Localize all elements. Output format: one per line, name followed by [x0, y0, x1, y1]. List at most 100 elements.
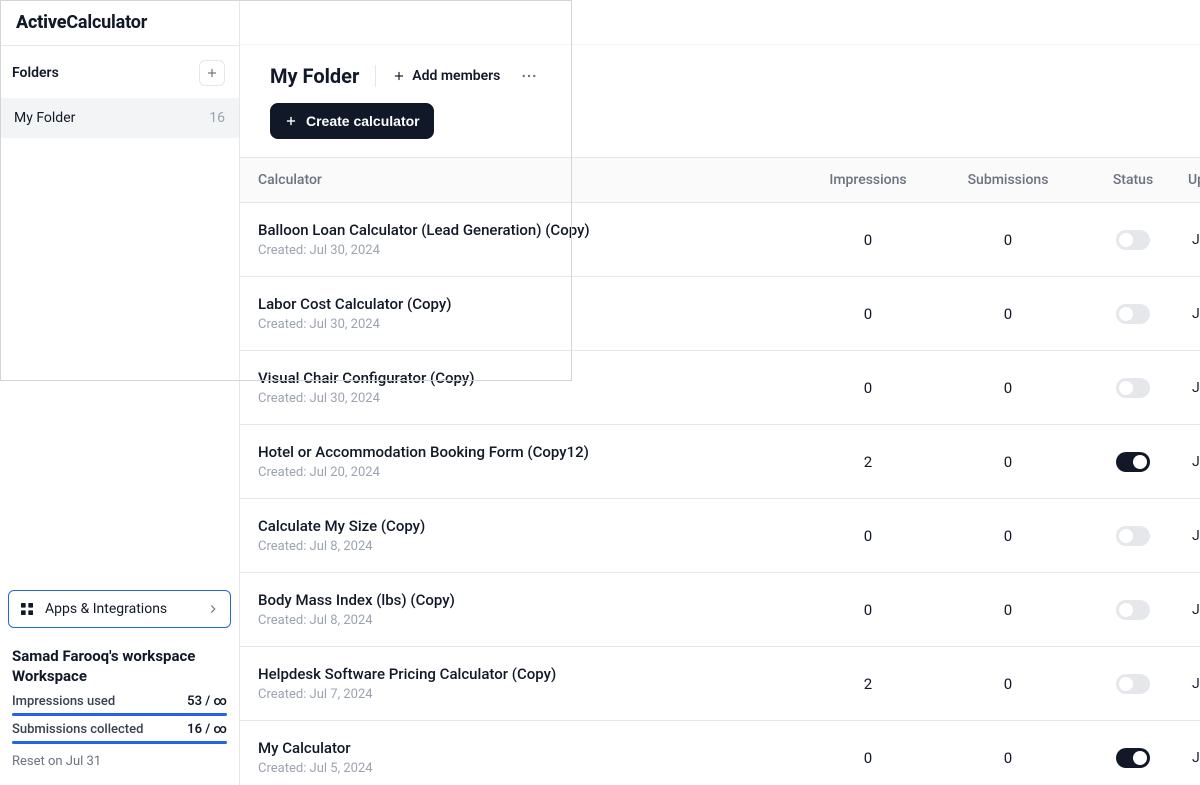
submissions-value: 0	[938, 601, 1078, 619]
calculator-name: Calculate My Size (Copy)	[258, 517, 798, 535]
submissions-value: 0	[938, 305, 1078, 323]
updated-value: Jul	[1188, 676, 1200, 692]
updated-value: Jul	[1188, 232, 1200, 248]
updated-value: Jul	[1188, 602, 1200, 618]
more-menu-button[interactable]	[516, 63, 542, 89]
table-row[interactable]: Visual Chair Configurator (Copy) Created…	[240, 351, 1200, 425]
impressions-value: 0	[798, 379, 938, 397]
impressions-value: 0	[798, 749, 938, 767]
updated-value: Jul	[1188, 750, 1200, 766]
apps-integrations-label: Apps & Integrations	[45, 601, 196, 617]
status-toggle[interactable]	[1116, 526, 1150, 546]
workspace-panel: Samad Farooq's workspace Workspace Impre…	[0, 636, 239, 785]
calculator-created: Created: Jul 30, 2024	[258, 317, 798, 332]
submissions-value: 0	[938, 231, 1078, 249]
impressions-value: 2	[798, 453, 938, 471]
divider	[375, 65, 376, 87]
calculator-name: My Calculator	[258, 739, 798, 757]
impressions-value: 0	[798, 601, 938, 619]
table-row[interactable]: Hotel or Accommodation Booking Form (Cop…	[240, 425, 1200, 499]
calculator-created: Created: Jul 7, 2024	[258, 687, 798, 702]
status-toggle[interactable]	[1116, 600, 1150, 620]
table-row[interactable]: Balloon Loan Calculator (Lead Generation…	[240, 203, 1200, 277]
submissions-value: 0	[938, 453, 1078, 471]
status-toggle[interactable]	[1116, 748, 1150, 768]
impressions-value: 53 / ∞	[187, 694, 227, 709]
sidebar: ActiveCalculator Folders My Folder 16 Ap…	[0, 0, 240, 785]
submissions-value: 0	[938, 527, 1078, 545]
impressions-bar	[12, 713, 227, 716]
col-calculator: Calculator	[258, 172, 798, 188]
calculator-created: Created: Jul 30, 2024	[258, 243, 798, 258]
plus-icon	[392, 69, 406, 83]
folders-label: Folders	[12, 65, 59, 81]
status-toggle[interactable]	[1116, 674, 1150, 694]
plus-icon	[205, 66, 219, 80]
folder-count: 16	[209, 110, 225, 126]
table-header: Calculator Impressions Submissions Statu…	[240, 157, 1200, 203]
submissions-bar	[12, 741, 227, 744]
impressions-value: 0	[798, 527, 938, 545]
add-folder-button[interactable]	[199, 60, 225, 86]
folders-header: Folders	[0, 46, 239, 98]
submissions-value: 0	[938, 675, 1078, 693]
top-strip	[240, 0, 1200, 45]
calculator-name: Body Mass Index (lbs) (Copy)	[258, 591, 798, 609]
calculator-table: Calculator Impressions Submissions Statu…	[240, 157, 1200, 785]
status-toggle[interactable]	[1116, 378, 1150, 398]
table-row[interactable]: Calculate My Size (Copy) Created: Jul 8,…	[240, 499, 1200, 573]
table-row[interactable]: Labor Cost Calculator (Copy) Created: Ju…	[240, 277, 1200, 351]
col-submissions: Submissions	[938, 172, 1078, 188]
reset-label: Reset on Jul 31	[12, 754, 227, 769]
calculator-name: Labor Cost Calculator (Copy)	[258, 295, 798, 313]
calculator-created: Created: Jul 8, 2024	[258, 613, 798, 628]
submissions-stat: Submissions collected 16 / ∞	[12, 722, 227, 737]
brand-part2: Calculator	[66, 12, 147, 33]
impressions-value: 0	[798, 231, 938, 249]
impressions-value: 2	[798, 675, 938, 693]
table-row[interactable]: Body Mass Index (lbs) (Copy) Created: Ju…	[240, 573, 1200, 647]
impressions-value: 0	[798, 305, 938, 323]
col-updated: Up	[1188, 172, 1200, 188]
chevron-right-icon	[206, 602, 220, 616]
impressions-stat: Impressions used 53 / ∞	[12, 694, 227, 709]
add-members-label: Add members	[412, 68, 500, 84]
updated-value: Jul	[1188, 306, 1200, 322]
col-status: Status	[1078, 172, 1188, 188]
submissions-value: 0	[938, 749, 1078, 767]
brand-logo: ActiveCalculator	[0, 0, 239, 46]
calculator-created: Created: Jul 30, 2024	[258, 391, 798, 406]
plus-icon	[284, 114, 298, 128]
status-toggle[interactable]	[1116, 452, 1150, 472]
status-toggle[interactable]	[1116, 304, 1150, 324]
folder-name: My Folder	[14, 110, 75, 126]
calculator-created: Created: Jul 20, 2024	[258, 465, 798, 480]
calculator-created: Created: Jul 5, 2024	[258, 761, 798, 776]
dots-horizontal-icon	[520, 67, 538, 85]
calculator-name: Visual Chair Configurator (Copy)	[258, 369, 798, 387]
create-calculator-label: Create calculator	[306, 113, 420, 129]
updated-value: Jul	[1188, 454, 1200, 470]
table-row[interactable]: My Calculator Created: Jul 5, 2024 0 0 J…	[240, 721, 1200, 785]
submissions-label: Submissions collected	[12, 722, 143, 737]
brand-part1: Active	[16, 12, 66, 33]
add-members-button[interactable]: Add members	[392, 68, 500, 84]
table-row[interactable]: Helpdesk Software Pricing Calculator (Co…	[240, 647, 1200, 721]
sidebar-item-my-folder[interactable]: My Folder 16	[0, 98, 239, 138]
submissions-value: 16 / ∞	[187, 722, 227, 737]
col-impressions: Impressions	[798, 172, 938, 188]
apps-integrations-button[interactable]: Apps & Integrations	[8, 590, 231, 628]
impressions-label: Impressions used	[12, 694, 115, 709]
calculator-name: Helpdesk Software Pricing Calculator (Co…	[258, 665, 798, 683]
calculator-name: Balloon Loan Calculator (Lead Generation…	[258, 221, 798, 239]
create-calculator-button[interactable]: Create calculator	[270, 103, 434, 139]
main: My Folder Add members Create calculator …	[240, 0, 1200, 785]
status-toggle[interactable]	[1116, 230, 1150, 250]
page-title: My Folder	[270, 64, 359, 88]
updated-value: Jul	[1188, 380, 1200, 396]
folder-list: My Folder 16	[0, 98, 239, 138]
page-header: My Folder Add members	[240, 45, 1200, 97]
calculator-name: Hotel or Accommodation Booking Form (Cop…	[258, 443, 798, 461]
calculator-created: Created: Jul 8, 2024	[258, 539, 798, 554]
workspace-name: Samad Farooq's workspace Workspace	[12, 646, 227, 687]
